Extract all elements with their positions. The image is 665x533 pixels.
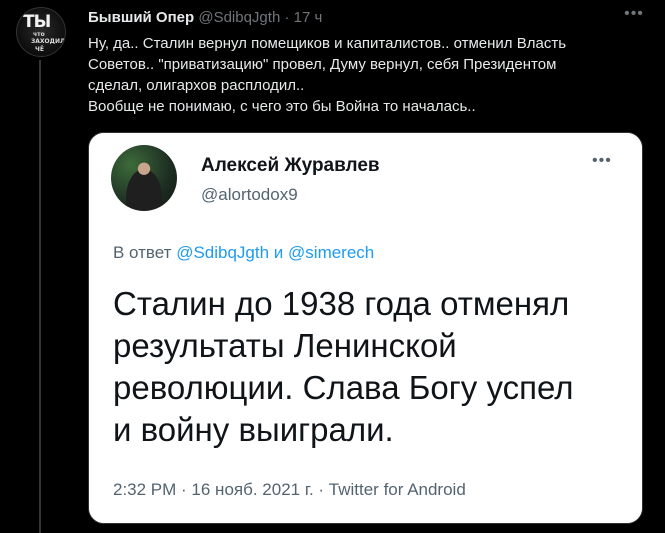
reply-mention: @SdibqJgth — [176, 243, 270, 262]
tweet-text-line: сделал, олигархов расплодил.. — [88, 77, 305, 94]
tweet-text-line: Вообще не понимаю, с чего это бы Война т… — [88, 98, 476, 115]
header-separator: · — [284, 9, 290, 26]
author-display-name[interactable]: Бывший Опер — [88, 9, 194, 26]
tweet-text-line: Советов.. "приватизацию" провел, Думу ве… — [88, 56, 557, 73]
embedded-author-name: Алексей Журавлев — [201, 155, 380, 176]
embedded-text-line: революции. Слава Богу успел — [113, 369, 574, 406]
tweet-text-line: Ну, да.. Сталин вернул помещиков и капит… — [88, 35, 567, 52]
author-handle[interactable]: @SdibqJgth — [198, 9, 280, 26]
avatar-text-line1: что — [33, 31, 45, 38]
embedded-text-line: результаты Ленинской — [113, 327, 457, 364]
reply-prefix: В ответ — [113, 243, 172, 262]
embedded-tweet-screenshot: Алексей Журавлев @alortodox9 ••• В ответ… — [89, 133, 642, 523]
attached-image[interactable]: Алексей Журавлев @alortodox9 ••• В ответ… — [88, 132, 643, 524]
reply-mention: @simerech — [288, 243, 375, 262]
author-avatar[interactable]: ТЫ что ЗАХОДИЛ ЧЁ — [16, 7, 66, 57]
embedded-author-avatar — [111, 145, 177, 211]
reply-joiner: и — [273, 243, 284, 262]
tweet-timestamp[interactable]: 17 ч — [294, 9, 323, 26]
embedded-reply-context: В ответ @SdibqJgth и @simerech — [113, 243, 374, 263]
embedded-tweet-text: Сталин до 1938 года отменял результаты Л… — [113, 283, 623, 451]
embedded-timestamp-source: 2:32 PM · 16 нояб. 2021 г. · Twitter for… — [113, 480, 466, 499]
avatar-text-line2: ЗАХОДИЛ — [31, 38, 65, 45]
embedded-author-handle: @alortodox9 — [201, 185, 298, 204]
avatar-text-big: ТЫ — [23, 12, 51, 32]
thread-line — [39, 60, 41, 533]
more-horizontal-icon[interactable]: ••• — [623, 6, 645, 24]
avatar-text-line3: ЧЁ — [35, 46, 44, 53]
embedded-text-line: Сталин до 1938 года отменял — [113, 285, 570, 322]
tweet-text: Ну, да.. Сталин вернул помещиков и капит… — [88, 33, 648, 117]
embedded-more-horizontal-icon: ••• — [592, 152, 612, 169]
embedded-text-line: и войну выиграли. — [113, 411, 394, 448]
tweet[interactable]: ТЫ что ЗАХОДИЛ ЧЁ Бывший Опер @SdibqJgth… — [0, 0, 665, 533]
tweet-header: Бывший Опер @SdibqJgth · 17 ч — [88, 9, 322, 27]
